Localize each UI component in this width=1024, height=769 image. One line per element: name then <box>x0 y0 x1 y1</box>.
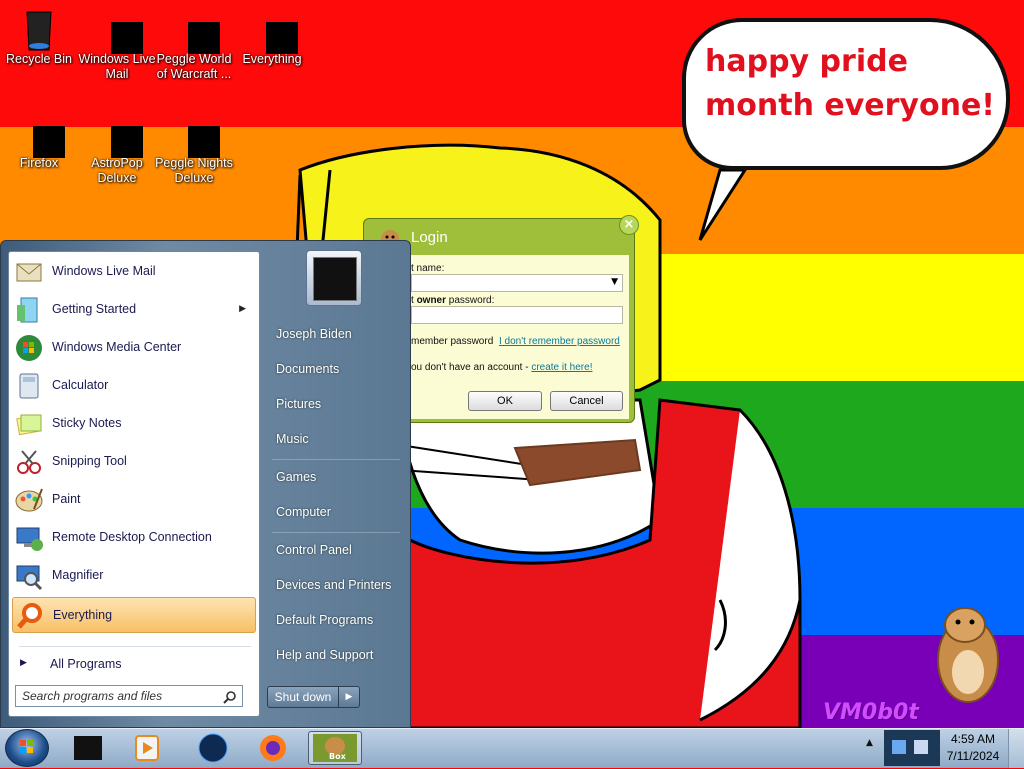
search-icon[interactable] <box>223 690 237 704</box>
all-programs-button[interactable]: ▶ All Programs <box>12 651 256 677</box>
firefox-icon <box>19 112 65 158</box>
media-player-icon <box>135 735 159 761</box>
desktop-icon-peggle-wow[interactable]: Peggle World of Warcraft ... <box>155 0 233 82</box>
watermark-text: VM0b0t <box>823 700 919 725</box>
show-desktop-button[interactable] <box>1008 729 1024 768</box>
owner-password-input[interactable] <box>411 306 623 324</box>
windows-logo-icon <box>20 740 33 753</box>
search-magnifier-icon <box>15 601 45 631</box>
forgot-password-link[interactable]: I don't remember password <box>499 336 620 347</box>
remote-desktop-icon <box>14 523 44 553</box>
desktop-icon-peggle-nights[interactable]: Peggle Nights Deluxe <box>155 104 233 186</box>
program-sticky-notes[interactable]: Sticky Notes <box>12 406 256 442</box>
shutdown-button[interactable]: Shut down <box>267 686 339 708</box>
remember-password-checkbox[interactable]: member password <box>411 336 493 347</box>
program-getting-started[interactable]: Getting Started ▶ <box>12 292 256 328</box>
desktop-icon-label: AstroPop Deluxe <box>91 156 143 185</box>
program-snipping-tool[interactable]: Snipping Tool <box>12 444 256 480</box>
program-remote-desktop[interactable]: Remote Desktop Connection <box>12 520 256 556</box>
user-picture[interactable] <box>306 250 362 306</box>
chevron-right-icon: ▶ <box>20 657 27 667</box>
desktop-icon-label: Firefox <box>19 156 59 170</box>
calculator-icon <box>14 371 44 401</box>
divider <box>272 532 400 533</box>
recycle-bin-icon <box>19 8 59 51</box>
start-right-devices-printers[interactable]: Devices and Printers <box>276 578 391 592</box>
clock-time: 4:59 AM <box>950 732 996 746</box>
cancel-button[interactable]: Cancel <box>550 391 623 411</box>
account-name-dropdown[interactable]: ▼ <box>411 274 623 292</box>
peggle-nights-icon <box>174 112 220 158</box>
ok-button[interactable]: OK <box>468 391 542 411</box>
start-button[interactable] <box>5 729 49 767</box>
desktop-icon-label: Everything <box>242 52 302 66</box>
desktop-icon-astropop[interactable]: AstroPop Deluxe <box>78 104 156 186</box>
desktop-icon-windows-live-mail[interactable]: Windows Live Mail <box>78 0 156 82</box>
system-tray <box>884 730 940 766</box>
getting-started-icon <box>14 295 44 325</box>
desktop-icon-label: Peggle Nights Deluxe <box>155 156 233 185</box>
program-calculator[interactable]: Calculator <box>12 368 256 404</box>
media-center-icon <box>14 333 44 363</box>
start-right-games[interactable]: Games <box>276 470 316 484</box>
start-right-documents[interactable]: Documents <box>276 362 339 376</box>
close-icon[interactable]: × <box>619 215 639 235</box>
clock-date: 7/11/2024 <box>946 749 1000 763</box>
start-right-help-support[interactable]: Help and Support <box>276 648 373 662</box>
dialog-title: Login <box>411 229 448 246</box>
search-input[interactable]: Search programs and files <box>15 685 243 707</box>
black-box-app-icon <box>74 736 102 760</box>
peggle-icon <box>198 733 228 763</box>
chevron-right-icon: ▶ <box>239 303 246 313</box>
divider <box>272 459 400 460</box>
speech-bubble-text: happy pride month everyone! <box>705 44 995 123</box>
scissors-icon <box>14 447 44 477</box>
paint-palette-icon <box>14 485 44 515</box>
taskbar-media-player[interactable] <box>120 731 174 765</box>
mail-icon <box>14 257 44 287</box>
taskbar-box-app[interactable]: Box <box>308 731 362 765</box>
start-right-control-panel[interactable]: Control Panel <box>276 543 352 557</box>
program-paint[interactable]: Paint <box>12 482 256 518</box>
desktop-icon-label: Recycle Bin <box>6 52 72 66</box>
chevron-down-icon: ▼ <box>611 277 618 287</box>
magnifier-icon <box>14 561 44 591</box>
desktop-icon-recycle-bin[interactable]: Recycle Bin <box>0 0 78 67</box>
no-account-text: ou don't have an account - create it her… <box>411 362 593 373</box>
program-windows-live-mail[interactable]: Windows Live Mail <box>12 254 256 290</box>
taskbar-app-label: Box <box>329 752 346 761</box>
program-everything[interactable]: Everything <box>12 597 256 633</box>
firefox-icon <box>260 735 286 761</box>
desktop-icon-label: Peggle World of Warcraft ... <box>156 52 232 81</box>
peggle-icon <box>174 8 220 54</box>
sticky-notes-icon <box>14 409 44 439</box>
taskbar-firefox[interactable] <box>246 731 300 765</box>
account-name-label: t name: <box>411 263 445 274</box>
taskbar-app-1[interactable] <box>62 731 116 765</box>
desktop-icon-everything[interactable]: Everything <box>233 0 311 67</box>
owner-password-label: t owner password: <box>411 295 495 306</box>
clock[interactable]: 4:59 AM 7/11/2024 <box>940 731 1006 765</box>
create-account-link[interactable]: create it here! <box>531 362 592 373</box>
start-menu-programs-pane: Windows Live Mail Getting Started ▶ Wind… <box>8 251 260 717</box>
divider <box>19 646 251 647</box>
search-magnifier-icon <box>252 8 298 54</box>
start-right-default-programs[interactable]: Default Programs <box>276 613 373 627</box>
start-right-music[interactable]: Music <box>276 432 309 446</box>
user-avatar <box>313 257 357 301</box>
start-right-pictures[interactable]: Pictures <box>276 397 321 411</box>
tray-overflow-chevron-icon[interactable]: ▲ <box>866 738 873 748</box>
astropop-icon <box>97 112 143 158</box>
mail-icon <box>97 8 143 54</box>
start-right-user[interactable]: Joseph Biden <box>276 327 352 341</box>
chevron-right-icon: ▶ <box>345 692 353 702</box>
taskbar-peggle[interactable] <box>186 731 240 765</box>
desktop-icon-firefox[interactable]: Firefox <box>0 104 78 171</box>
program-magnifier[interactable]: Magnifier <box>12 558 256 594</box>
shutdown-options-button[interactable]: ▶ <box>338 686 360 708</box>
start-right-computer[interactable]: Computer <box>276 505 331 519</box>
program-windows-media-center[interactable]: Windows Media Center <box>12 330 256 366</box>
desktop-icon-label: Windows Live Mail <box>78 52 156 81</box>
